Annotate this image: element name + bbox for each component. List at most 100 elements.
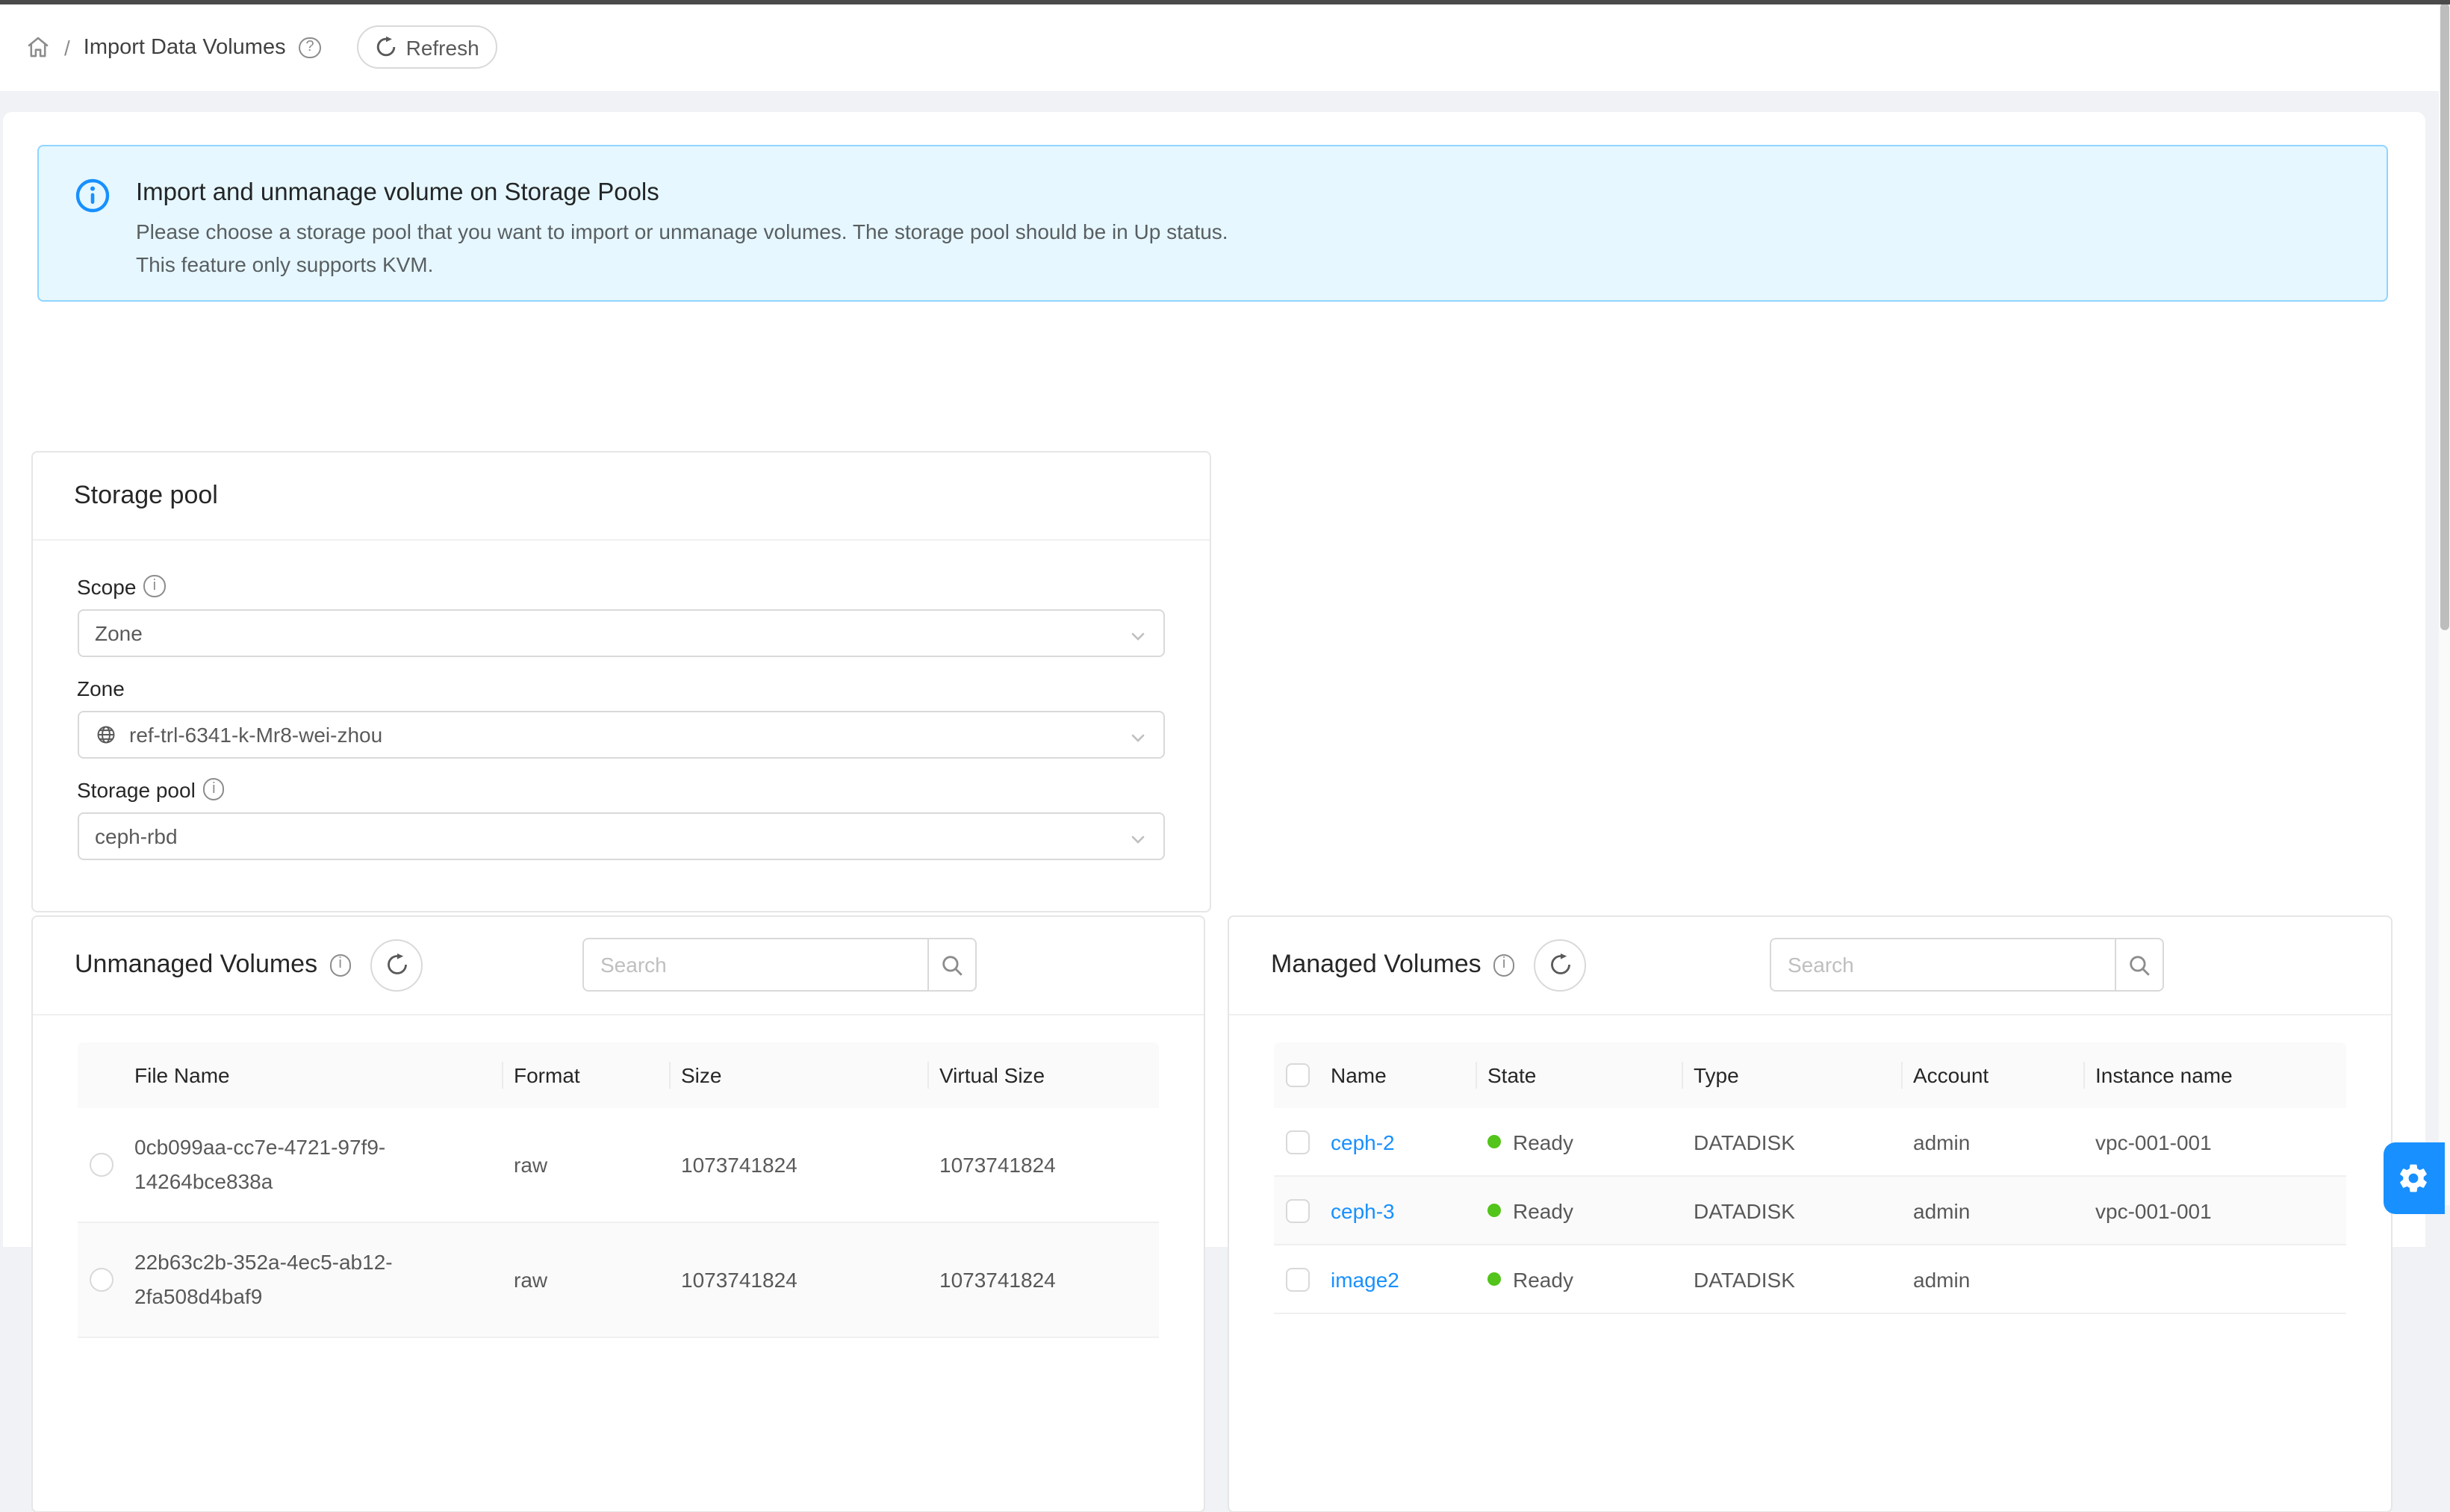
search-icon (939, 953, 965, 978)
pool-select[interactable]: ceph-rbd (77, 812, 1164, 859)
virtual-size-value: 1073741824 (927, 1268, 1159, 1292)
alert-body: Import and unmanage volume on Storage Po… (136, 175, 1228, 300)
scope-info-icon[interactable]: i (143, 576, 165, 597)
type-value: DATADISK (1682, 1267, 1901, 1291)
unmanaged-search-input[interactable] (582, 939, 929, 992)
refresh-button[interactable]: Refresh (357, 26, 497, 69)
settings-drawer-button[interactable] (2383, 1142, 2444, 1214)
gear-icon (2397, 1162, 2430, 1195)
state-value: Ready (1513, 1267, 1573, 1291)
column-header-state: State (1476, 1042, 1682, 1108)
row-checkbox[interactable] (1286, 1198, 1310, 1222)
storage-pool-card: Storage pool Scope i Zone Zone (31, 451, 1210, 912)
breadcrumb: / Import Data Volumes ? (25, 35, 321, 60)
state-value: Ready (1513, 1198, 1573, 1222)
chevron-down-icon (1128, 828, 1146, 852)
unmanaged-search-button[interactable] (927, 939, 977, 992)
managed-volumes-title: Managed Volumes (1271, 951, 1481, 980)
alert-description: Please choose a storage pool that you wa… (136, 217, 1228, 281)
storage-pool-form: Scope i Zone Zone (32, 540, 1209, 859)
table-row: 22b63c2b-352a-4ec5-ab12-2fa508d4baf9 raw… (78, 1223, 1159, 1338)
row-checkbox[interactable] (1286, 1267, 1310, 1291)
instance-name-value: vpc-001-001 (2083, 1198, 2346, 1222)
table-row: image2 Ready DATADISK admin (1274, 1245, 2346, 1314)
breadcrumb-separator: / (64, 36, 70, 60)
globe-icon (95, 724, 116, 744)
refresh-button-label: Refresh (406, 36, 479, 60)
home-icon[interactable] (25, 35, 51, 60)
managed-search-button[interactable] (2115, 939, 2164, 992)
column-header-virtual-size: Virtual Size (927, 1042, 1159, 1108)
row-radio[interactable] (90, 1153, 114, 1177)
unmanaged-volumes-card: Unmanaged Volumes i (31, 915, 1205, 1512)
size-value: 1073741824 (669, 1153, 927, 1177)
zone-select[interactable]: ref-trl-6341-k-Mr8-wei-zhou (77, 710, 1164, 758)
column-header-type: Type (1682, 1042, 1901, 1108)
unmanaged-info-icon[interactable]: i (329, 954, 351, 976)
row-radio[interactable] (90, 1268, 114, 1292)
info-circle-icon (75, 178, 111, 300)
managed-search-input[interactable] (1770, 939, 2116, 992)
managed-volumes-card: Managed Volumes i (1228, 915, 2393, 1512)
managed-table-header: Name State Type Account Instance name (1274, 1042, 2346, 1108)
info-alert: Import and unmanage volume on Storage Po… (37, 145, 2387, 302)
pool-label-text: Storage pool (77, 774, 196, 804)
pool-field-label: Storage pool i (77, 774, 1164, 804)
unmanaged-refresh-button[interactable] (370, 939, 423, 992)
account-value: admin (1901, 1198, 2083, 1222)
zone-select-value: ref-trl-6341-k-Mr8-wei-zhou (129, 722, 382, 746)
unmanaged-volumes-table: File Name Format Size Virtual Size 0cb09… (78, 1042, 1159, 1338)
pool-select-value: ceph-rbd (95, 824, 178, 847)
scope-select[interactable]: Zone (77, 609, 1164, 656)
chevron-down-icon (1128, 727, 1146, 750)
window-top-edge (0, 0, 2450, 4)
alert-line-2: This feature only supports KVM. (136, 249, 1228, 281)
zone-field-label: Zone (77, 673, 1164, 703)
ready-status-dot (1487, 1135, 1501, 1148)
page-scrollbar (2438, 0, 2450, 1205)
table-row: ceph-3 Ready DATADISK admin vpc-001-001 (1274, 1177, 2346, 1245)
account-value: admin (1901, 1130, 2083, 1154)
volumes-section: Unmanaged Volumes i (31, 915, 2393, 1512)
type-value: DATADISK (1682, 1198, 1901, 1222)
column-header-file-name: File Name (125, 1042, 502, 1108)
storage-pool-card-title: Storage pool (32, 452, 1209, 540)
unmanaged-table-header: File Name Format Size Virtual Size (78, 1042, 1159, 1108)
column-header-account: Account (1901, 1042, 2083, 1108)
breadcrumb-current-page: Import Data Volumes (84, 36, 286, 60)
app-root: / Import Data Volumes ? Refresh (0, 0, 2450, 1205)
pool-info-icon[interactable]: i (203, 779, 225, 800)
scrollbar-thumb[interactable] (2440, 3, 2449, 630)
ready-status-dot (1487, 1204, 1501, 1217)
size-value: 1073741824 (669, 1268, 927, 1292)
chevron-down-icon (1128, 625, 1146, 649)
unmanaged-header-selection-cell (78, 1042, 125, 1108)
row-checkbox[interactable] (1286, 1130, 1310, 1154)
managed-info-icon[interactable]: i (1493, 954, 1515, 976)
volume-name-link[interactable]: image2 (1331, 1267, 1399, 1291)
help-icon[interactable]: ? (299, 37, 321, 58)
volume-name-link[interactable]: ceph-3 (1331, 1198, 1395, 1222)
state-value: Ready (1513, 1130, 1573, 1154)
file-name-value: 0cb099aa-cc7e-4721-97f9-14264bce838a (134, 1130, 470, 1199)
breadcrumb-bar: / Import Data Volumes ? Refresh (0, 4, 2450, 91)
scope-label-text: Scope (77, 571, 136, 601)
managed-volumes-table: Name State Type Account Instance name ce… (1274, 1042, 2346, 1314)
managed-search (1770, 939, 2164, 992)
table-row: 0cb099aa-cc7e-4721-97f9-14264bce838a raw… (78, 1108, 1159, 1223)
file-name-value: 22b63c2b-352a-4ec5-ab12-2fa508d4baf9 (134, 1245, 470, 1314)
format-value: raw (502, 1268, 669, 1292)
managed-volumes-header: Managed Volumes i (1229, 916, 2391, 1015)
format-value: raw (502, 1153, 669, 1177)
managed-refresh-button[interactable] (1535, 939, 1587, 992)
sync-icon (375, 37, 397, 59)
select-all-checkbox[interactable] (1286, 1063, 1310, 1087)
table-row: ceph-2 Ready DATADISK admin vpc-001-001 (1274, 1108, 2346, 1177)
unmanaged-volumes-header: Unmanaged Volumes i (33, 916, 1204, 1015)
column-header-instance-name: Instance name (2083, 1042, 2346, 1108)
unmanaged-search (582, 939, 977, 992)
volume-name-link[interactable]: ceph-2 (1331, 1130, 1395, 1154)
scope-select-value: Zone (95, 620, 143, 644)
column-header-format: Format (502, 1042, 669, 1108)
column-header-size: Size (669, 1042, 927, 1108)
